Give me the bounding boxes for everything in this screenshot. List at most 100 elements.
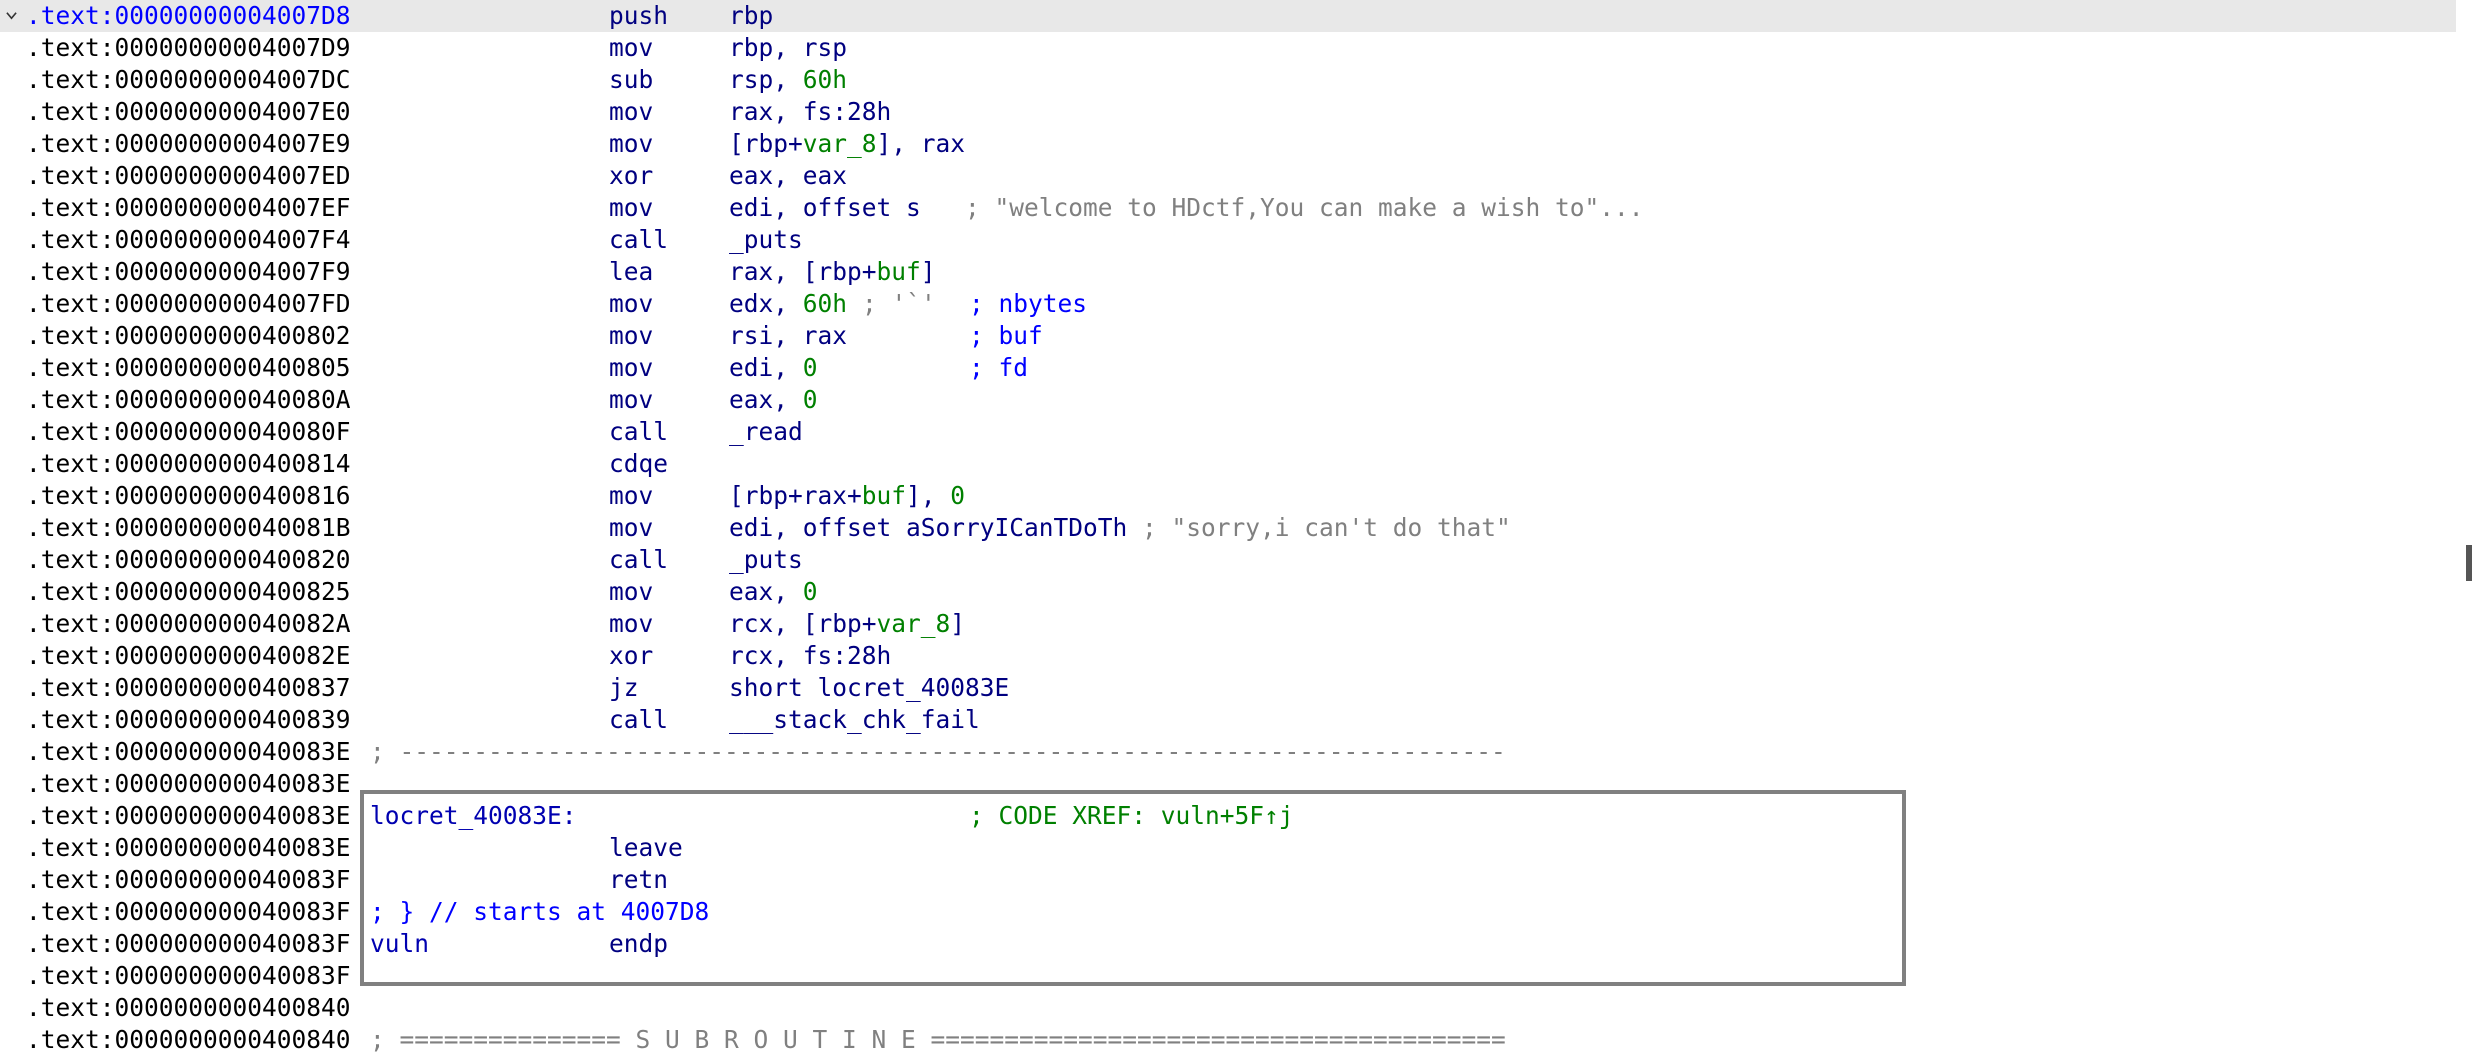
operands[interactable]: _puts [729, 224, 803, 256]
address: .text:000000000040083E [26, 769, 351, 798]
mnemonic[interactable]: xor [609, 640, 653, 672]
operand-text: edi, offset s [729, 193, 921, 222]
mnemonic[interactable]: mov [609, 96, 653, 128]
listing-line[interactable]: .text:0000000000400840 ; =============== … [0, 1024, 2456, 1056]
inline-comment: ; '`' [862, 289, 936, 318]
mnemonic[interactable]: lea [609, 256, 653, 288]
mnemonic[interactable]: push [609, 0, 668, 32]
listing-line[interactable]: .text:000000000040083E ; ----------------… [0, 736, 2456, 768]
operands[interactable]: ___stack_chk_fail [729, 704, 980, 736]
listing-line[interactable]: .text:0000000000400837 jz short locret_400… [0, 672, 2456, 704]
operands[interactable]: edi, offset aSorryICanTDoTh [729, 512, 1127, 544]
address: .text:0000000000400805 [26, 353, 351, 382]
operands[interactable]: _read [729, 416, 803, 448]
listing-line[interactable]: .text:0000000000400802 mov rsi, rax ; buf [0, 320, 2456, 352]
listing-line[interactable]: .text:0000000000400816 mov [rbp+rax+buf], … [0, 480, 2456, 512]
immediate-value: 0 [802, 577, 818, 606]
operand-text: rbp, rsp [729, 33, 848, 62]
listing-line[interactable]: .text:000000000040081B mov edi, offset aSo… [0, 512, 2456, 544]
mnemonic[interactable]: mov [609, 480, 653, 512]
stack-variable[interactable]: var_8 [877, 609, 951, 638]
mnemonic[interactable]: sub [609, 64, 653, 96]
mnemonic[interactable]: mov [609, 288, 653, 320]
mnemonic[interactable]: xor [609, 160, 653, 192]
address: .text:0000000000400816 [26, 481, 351, 510]
operands[interactable]: [rbp+rax+buf], 0 [729, 480, 965, 512]
operand-text: ], [906, 481, 951, 510]
mnemonic[interactable]: call [609, 704, 668, 736]
listing-line[interactable]: .text:000000000040082E xor rcx, fs:28h [0, 640, 2456, 672]
listing-line[interactable]: .text:00000000004007E0 mov rax, fs:28h [0, 96, 2456, 128]
mnemonic[interactable]: jz [609, 672, 639, 704]
listing-line[interactable]: .text:0000000000400825 mov eax, 0 [0, 576, 2456, 608]
operands[interactable]: edi, 0 [729, 352, 818, 384]
mnemonic[interactable]: mov [609, 320, 653, 352]
mnemonic[interactable]: mov [609, 384, 653, 416]
disassembly-listing[interactable]: .text:00000000004007D8 push rbp .text:00000… [0, 0, 2456, 1054]
scrollbar-thumb[interactable] [2466, 545, 2472, 581]
listing-line[interactable]: .text:00000000004007E9 mov [rbp+var_8], ra… [0, 128, 2456, 160]
mnemonic[interactable]: mov [609, 576, 653, 608]
operands[interactable]: eax, eax [729, 160, 847, 192]
chevron-down-icon[interactable] [6, 10, 17, 21]
address: .text:0000000000400837 [26, 673, 351, 702]
operands[interactable]: rsi, rax [729, 320, 847, 352]
listing-line[interactable]: .text:0000000000400840 [0, 992, 2456, 1024]
mnemonic[interactable]: call [609, 544, 668, 576]
operands[interactable]: rcx, fs:28h [729, 640, 891, 672]
operands[interactable]: rbp, rsp [729, 32, 847, 64]
listing-line[interactable]: .text:000000000040080A mov eax, 0 [0, 384, 2456, 416]
operand-text: ___stack_chk_fail [729, 705, 980, 734]
address: .text:00000000004007DC [26, 65, 351, 94]
listing-line[interactable]: .text:0000000000400820 call _puts [0, 544, 2456, 576]
listing-line[interactable]: .text:00000000004007F9 lea rax, [rbp+buf] [0, 256, 2456, 288]
mnemonic[interactable]: mov [609, 32, 653, 64]
mnemonic[interactable]: mov [609, 608, 653, 640]
address: .text:00000000004007ED [26, 161, 351, 190]
stack-variable[interactable]: buf [877, 257, 921, 286]
operands[interactable]: edi, offset s [729, 192, 921, 224]
address: .text:000000000040083F [26, 961, 351, 990]
operands[interactable]: rbp [729, 0, 773, 32]
operand-text: rax, fs:28h [729, 97, 892, 126]
operand-text: short locret_40083E [729, 673, 1010, 702]
inline-comment: ; fd [969, 353, 1029, 382]
separator-comment: ; --------------------------------------… [370, 737, 1506, 766]
operands[interactable]: rcx, [rbp+var_8] [729, 608, 965, 640]
mnemonic[interactable]: mov [609, 512, 653, 544]
listing-line[interactable]: .text:00000000004007FD mov edx, 60h ; '`' ; … [0, 288, 2456, 320]
listing-line[interactable]: .text:0000000000400805 mov edi, 0 ; fd [0, 352, 2456, 384]
listing-line[interactable]: .text:00000000004007DC sub rsp, 60h [0, 64, 2456, 96]
operands[interactable]: eax, 0 [729, 384, 818, 416]
mnemonic[interactable]: mov [609, 192, 653, 224]
operands[interactable]: short locret_40083E [729, 672, 1009, 704]
operands[interactable]: rax, [rbp+buf] [729, 256, 936, 288]
address: .text:0000000000400839 [26, 705, 351, 734]
listing-line[interactable]: .text:000000000040080F call _read [0, 416, 2456, 448]
listing-line[interactable]: .text:0000000000400839 call ___stack_chk_f… [0, 704, 2456, 736]
mnemonic[interactable]: call [609, 224, 668, 256]
address: .text:0000000000400802 [26, 321, 351, 350]
stack-variable[interactable]: buf [862, 481, 906, 510]
listing-line[interactable]: .text:000000000040082A mov rcx, [rbp+var_8… [0, 608, 2456, 640]
mnemonic[interactable]: mov [609, 352, 653, 384]
current-line[interactable]: .text:00000000004007D8 push rbp [0, 0, 2456, 32]
operands[interactable]: rsp, 60h [729, 64, 847, 96]
mnemonic[interactable]: call [609, 416, 668, 448]
inline-comment: ; buf [969, 321, 1043, 350]
listing-line[interactable]: .text:00000000004007EF mov edi, offset s ; … [0, 192, 2456, 224]
operands[interactable]: [rbp+var_8], rax [729, 128, 965, 160]
listing-line[interactable]: .text:0000000000400814 cdqe [0, 448, 2456, 480]
mnemonic[interactable]: cdqe [609, 448, 668, 480]
mnemonic[interactable]: mov [609, 128, 653, 160]
vertical-scrollbar[interactable] [2456, 0, 2486, 1054]
address: .text:00000000004007F9 [26, 257, 351, 286]
listing-line[interactable]: .text:00000000004007ED xor eax, eax [0, 160, 2456, 192]
listing-line[interactable]: .text:00000000004007F4 call _puts [0, 224, 2456, 256]
operands[interactable]: eax, 0 [729, 576, 818, 608]
operands[interactable]: rax, fs:28h [729, 96, 891, 128]
stack-variable[interactable]: var_8 [803, 129, 877, 158]
operands[interactable]: edx, 60h [729, 288, 847, 320]
operands[interactable]: _puts [729, 544, 803, 576]
listing-line[interactable]: .text:00000000004007D9 mov rbp, rsp [0, 32, 2456, 64]
